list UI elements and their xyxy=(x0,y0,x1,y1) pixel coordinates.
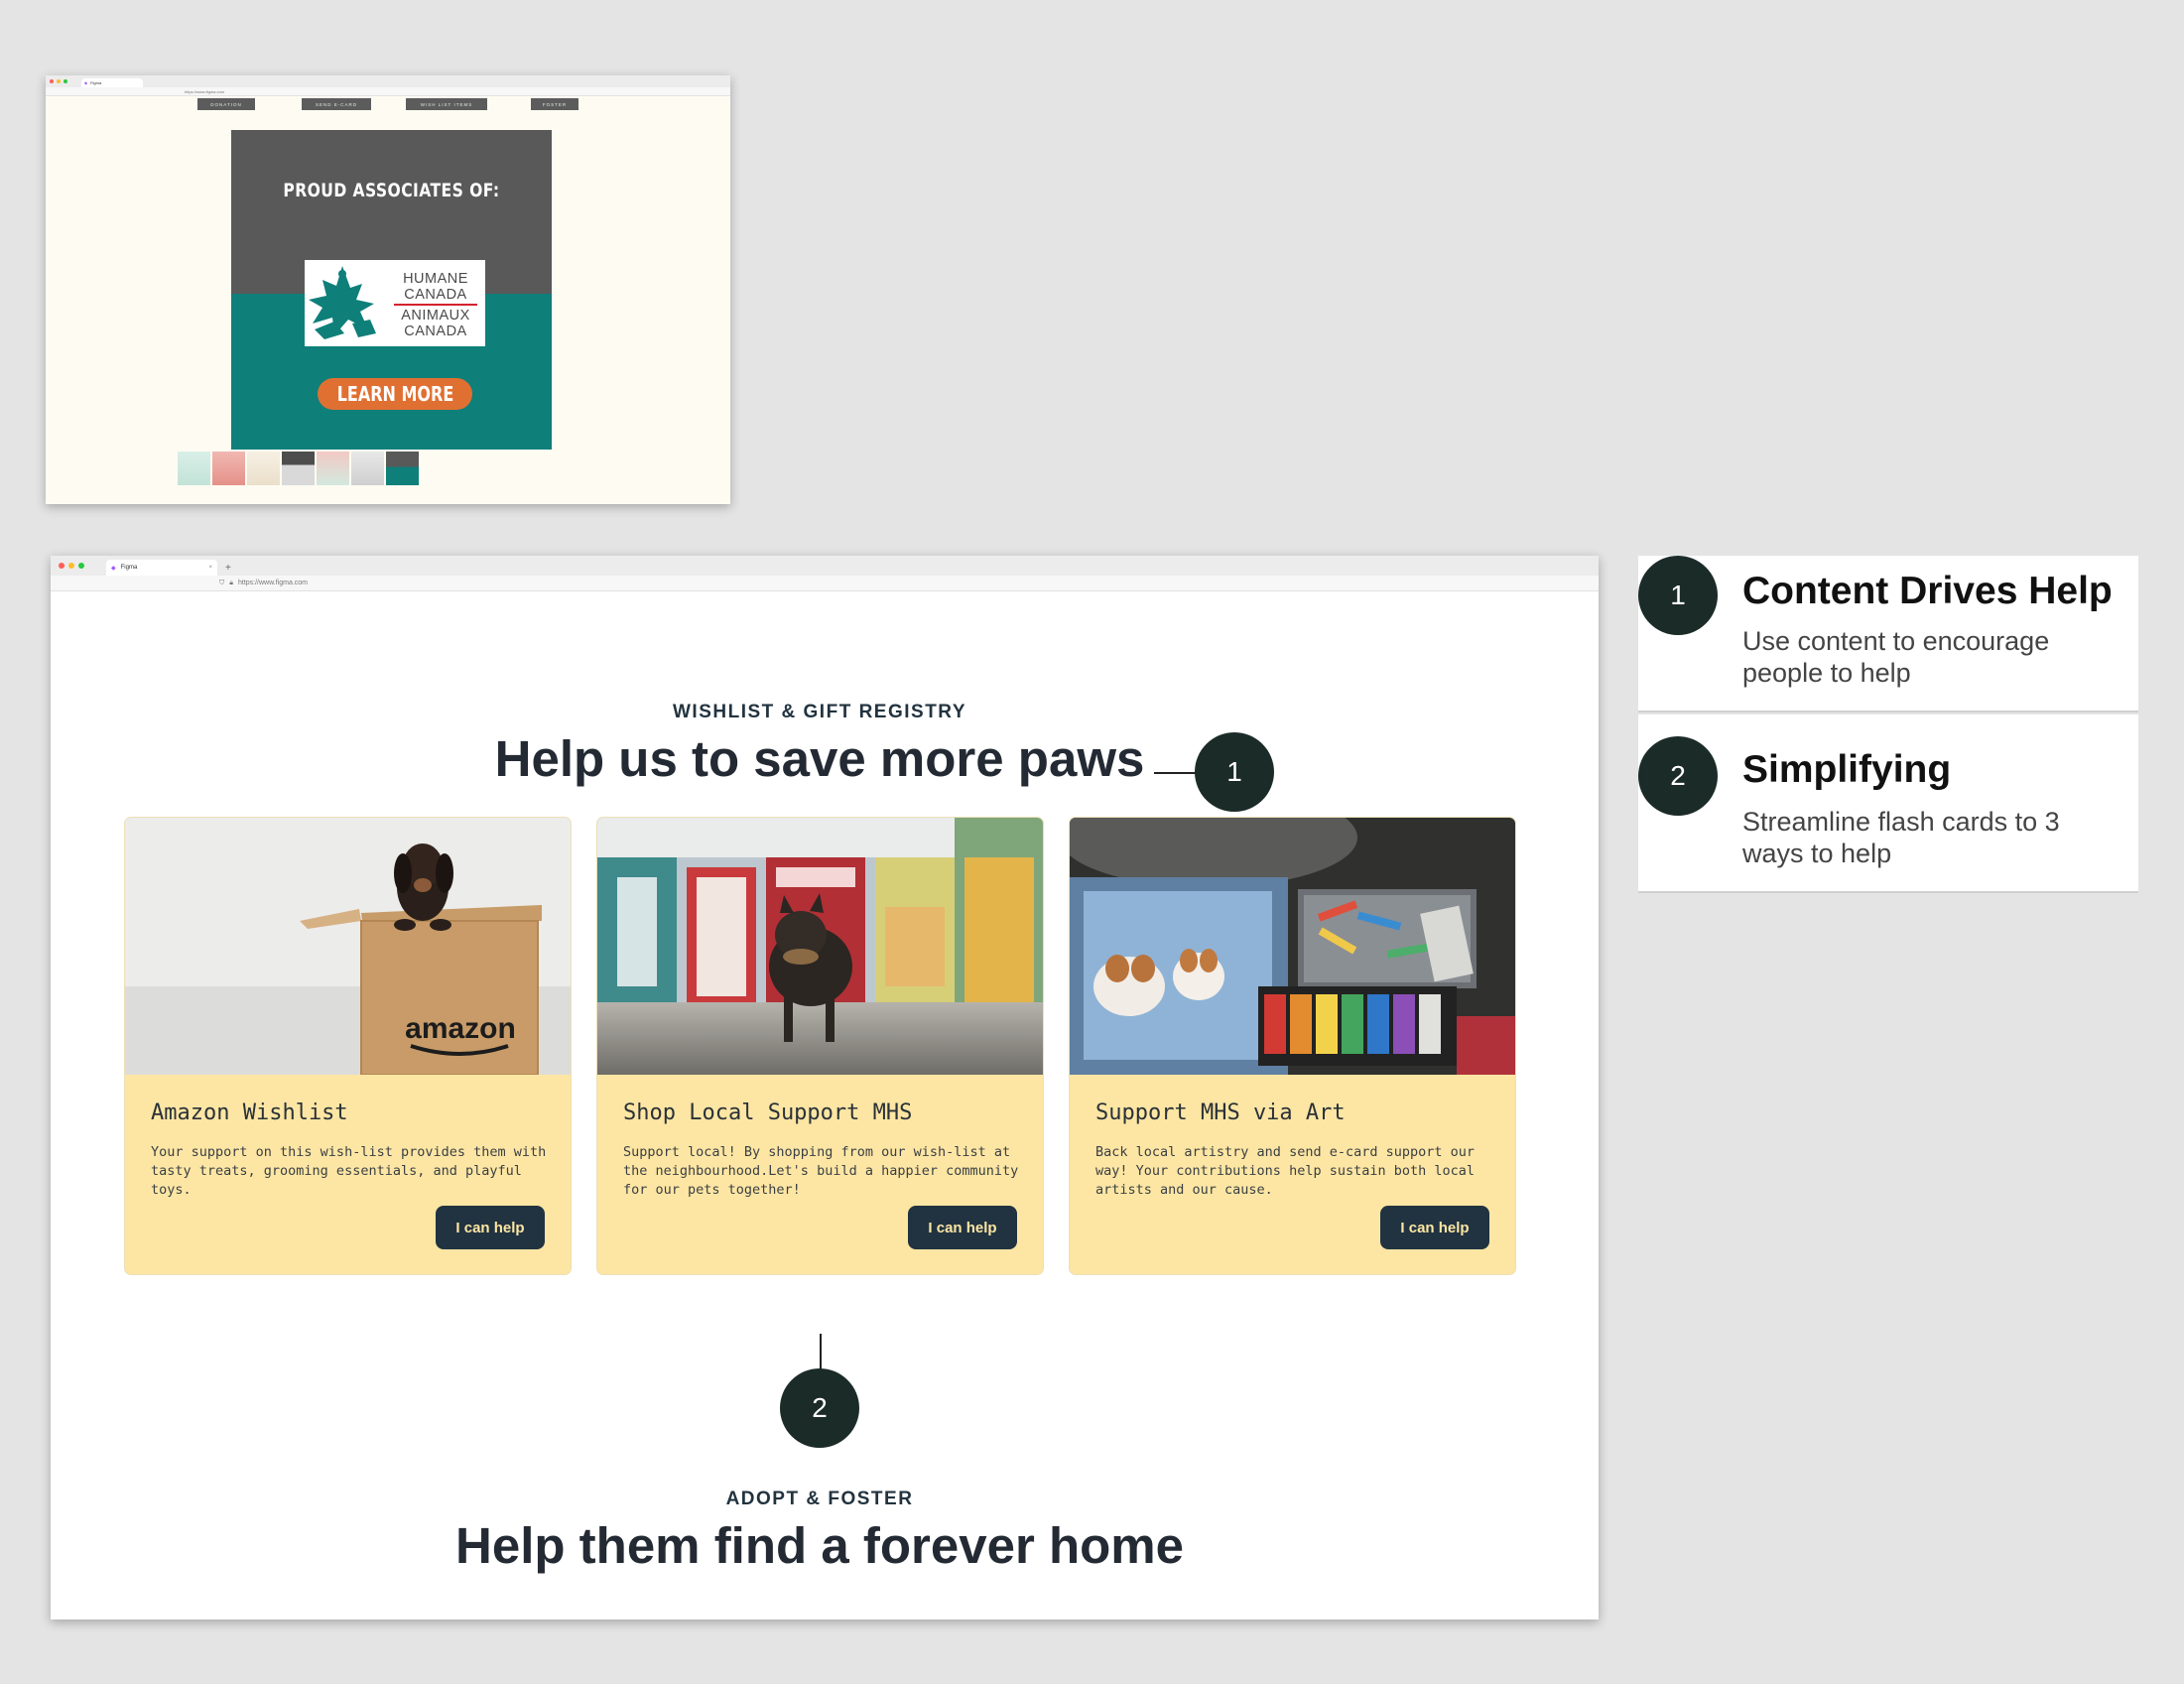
lock-icon: 🔒︎ xyxy=(229,579,233,586)
main-page: WISHLIST & GIFT REGISTRY Help us to save… xyxy=(51,591,1599,1619)
adopt-title: Help them find a forever home xyxy=(455,1517,1184,1574)
callout-marker-1: 1 xyxy=(1195,732,1274,812)
window-controls xyxy=(59,556,84,576)
legend-item-simplifying: 2 Simplifying Streamline flash cards to … xyxy=(1638,714,2138,893)
card-description: Your support on this wish-list provides … xyxy=(151,1144,547,1198)
url-text: https://www.figma.com xyxy=(237,580,309,586)
legend-title: Content Drives Help xyxy=(1742,570,2113,612)
french-bulldog-in-pet-store-image xyxy=(597,818,1043,1075)
adopt-kicker: ADOPT & FOSTER xyxy=(725,1489,914,1509)
new-tab-icon[interactable]: + xyxy=(225,560,231,576)
legend-title: Simplifying xyxy=(1742,748,1952,791)
animals-silhouette-icon xyxy=(309,266,376,339)
carousel-thumbnail[interactable] xyxy=(178,452,210,485)
carousel-thumbnail-active[interactable] xyxy=(386,452,419,485)
close-window-button[interactable] xyxy=(50,79,54,83)
maximize-window-button[interactable] xyxy=(64,79,67,83)
callout-1-connector xyxy=(1154,772,1196,774)
legend-marker-1: 1 xyxy=(1638,556,1718,635)
card-title: Support MHS via Art xyxy=(1095,1101,1346,1125)
card-title: Shop Local Support MHS xyxy=(623,1101,913,1125)
window-controls xyxy=(50,75,67,87)
nav-wishlist-button[interactable]: WISH LIST ITEMS xyxy=(406,98,487,110)
shop-local-card[interactable]: Shop Local Support MHS Support local! By… xyxy=(596,817,1044,1275)
minimize-window-button[interactable] xyxy=(68,563,74,569)
carousel-thumbnail[interactable] xyxy=(247,452,280,485)
legend-item-content-drives-help: 1 Content Drives Help Use content to enc… xyxy=(1638,556,2138,712)
url-text: https://www.figma.com xyxy=(185,88,225,94)
preview-page: DONATION SEND E-CARD WISH LIST ITEMS FOS… xyxy=(46,96,730,504)
tab-title: Figma xyxy=(120,565,138,571)
shield-icon: ⛉ xyxy=(219,579,225,586)
callout-2-connector xyxy=(820,1334,822,1369)
amazon-logo-text: amazon xyxy=(405,1012,516,1045)
card-title: Amazon Wishlist xyxy=(151,1101,348,1125)
close-tab-icon[interactable]: × xyxy=(208,565,212,571)
preview-browser-tab[interactable]: ◆ Figma xyxy=(81,78,143,87)
art-i-can-help-button[interactable]: I can help xyxy=(1380,1206,1489,1249)
maximize-window-button[interactable] xyxy=(78,563,84,569)
legend-description: Streamline flash cards to 3 ways to help xyxy=(1742,807,2060,868)
legend-marker-2: 2 xyxy=(1638,736,1718,816)
amazon-i-can-help-button[interactable]: I can help xyxy=(436,1206,545,1249)
close-window-button[interactable] xyxy=(59,563,64,569)
minimize-window-button[interactable] xyxy=(57,79,61,83)
tab-title: Figma xyxy=(90,80,102,85)
carousel-thumbnails xyxy=(178,452,419,485)
banner-title: PROUD ASSOCIATES OF: xyxy=(283,180,500,201)
figma-icon: ◆ xyxy=(111,565,116,572)
carousel-thumbnail[interactable] xyxy=(351,452,384,485)
preview-tab-bar: ◆ Figma xyxy=(46,75,730,87)
figma-icon: ◆ xyxy=(84,80,88,85)
callout-marker-2: 2 xyxy=(780,1368,859,1448)
preview-browser-window: ◆ Figma https://www.figma.com DONATION S… xyxy=(46,75,730,504)
wishlist-kicker: WISHLIST & GIFT REGISTRY xyxy=(672,702,967,722)
main-address-bar[interactable]: ⛉ 🔒︎ https://www.figma.com xyxy=(51,576,1599,591)
legend-description: Use content to encourage people to help xyxy=(1742,626,2050,688)
amazon-wishlist-card[interactable]: amazon Amazon Wishlist Your support on t… xyxy=(124,817,572,1275)
preview-nav: DONATION SEND E-CARD WISH LIST ITEMS FOS… xyxy=(46,98,730,110)
carousel-thumbnail[interactable] xyxy=(282,452,315,485)
nav-foster-button[interactable]: FOSTER xyxy=(531,98,578,110)
preview-address-bar[interactable]: https://www.figma.com xyxy=(46,87,730,96)
carousel-thumbnail[interactable] xyxy=(317,452,349,485)
main-browser-tab[interactable]: ◆ Figma × xyxy=(106,560,217,576)
dachshund-in-amazon-box-image: amazon xyxy=(125,818,571,1075)
main-browser-window: ◆ Figma × + ⛉ 🔒︎ https://www.figma.com W… xyxy=(51,556,1599,1619)
main-tab-bar: ◆ Figma × + xyxy=(51,556,1599,576)
nav-send-ecard-button[interactable]: SEND E-CARD xyxy=(302,98,371,110)
wishlist-title: Help us to save more paws xyxy=(494,730,1145,787)
humane-canada-logo[interactable]: HUMANE CANADA ANIMAUX CANADA xyxy=(305,260,485,346)
shop-local-i-can-help-button[interactable]: I can help xyxy=(908,1206,1017,1249)
card-description: Back local artistry and send e-card supp… xyxy=(1095,1144,1476,1198)
puppy-painting-and-pastels-image xyxy=(1070,818,1515,1075)
logo-divider xyxy=(394,304,477,306)
carousel-thumbnail[interactable] xyxy=(212,452,245,485)
learn-more-button[interactable]: LEARN MORE xyxy=(318,378,472,410)
nav-donation-button[interactable]: DONATION xyxy=(197,98,255,110)
support-via-art-card[interactable]: Support MHS via Art Back local artistry … xyxy=(1069,817,1516,1275)
associates-banner: PROUD ASSOCIATES OF: HUMANE CANADA ANIMA… xyxy=(231,130,552,450)
card-description: Support local! By shopping from our wish… xyxy=(623,1144,1019,1198)
